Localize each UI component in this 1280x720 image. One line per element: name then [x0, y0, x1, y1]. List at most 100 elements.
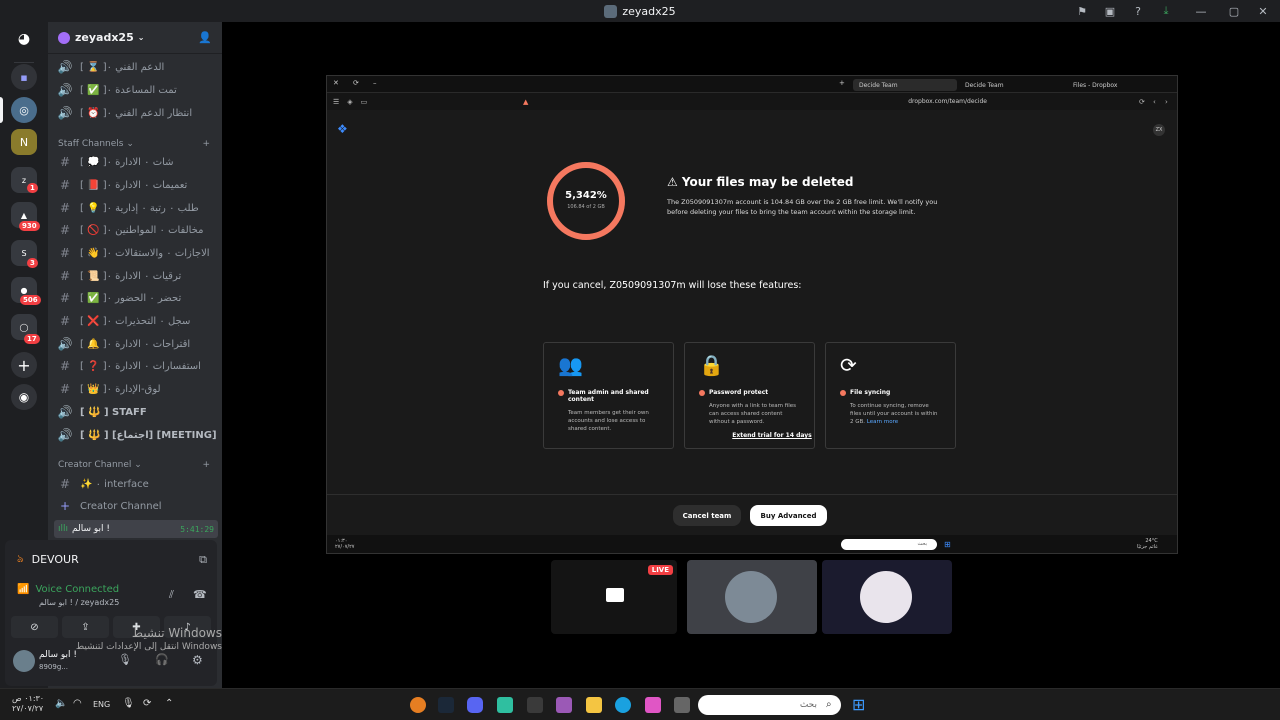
explore-icon[interactable]: ◉	[11, 384, 37, 410]
back-icon[interactable]: ‹	[1153, 98, 1156, 106]
screen-share-button[interactable]: ⇪	[62, 616, 109, 638]
app-icon-purple[interactable]	[556, 697, 572, 713]
flag-icon[interactable]: ⚑	[1068, 5, 1096, 18]
help-icon[interactable]: ?	[1124, 5, 1152, 18]
system-clock[interactable]: ٠١:٣٠ ص ٢٧/٠٧/٢٧	[12, 694, 44, 714]
task-view-icon[interactable]	[674, 697, 690, 713]
sync-tray-icon[interactable]: ⟳	[143, 698, 151, 709]
language-indicator[interactable]: ENG	[93, 700, 110, 709]
participant-tile-stream[interactable]: LIVE	[551, 560, 677, 634]
minimize-button[interactable]: —	[1180, 5, 1222, 18]
menu-icon[interactable]: –	[373, 79, 377, 87]
channel-item[interactable]: # [ 🚫 ]۰ مخالفات ۰ المواطنين	[56, 220, 218, 240]
server-icon-zeyadx25[interactable]: ◎	[11, 97, 37, 123]
camera-off-button[interactable]: ⊘	[11, 616, 58, 638]
rail-divider	[14, 62, 34, 63]
add-member-icon[interactable]: 👤	[198, 31, 212, 44]
channel-item[interactable]: # [ ❌ ]۰ سجل ۰ التحذيرات	[56, 311, 218, 331]
shield-icon[interactable]: ◈	[347, 98, 352, 106]
discord-home-icon[interactable]: ◕	[11, 26, 37, 52]
channel-item[interactable]: # [ 👑 ]۰ لوق-الإدارة	[56, 379, 218, 399]
devour-app-icon[interactable]	[410, 697, 426, 713]
forward-icon[interactable]: ›	[1165, 98, 1168, 106]
channel-item[interactable]: # [ 📕 ]۰ تعميمات ۰ الادارة	[56, 175, 218, 195]
channel-label: [ 🔔 ]۰ اقتراحات ۰ الادارة	[80, 338, 191, 350]
activity-popout-icon[interactable]: ⧉	[199, 553, 207, 567]
streamed-browser-window[interactable]: ✕ ⟳ – + Decide Team Decide Team Files - …	[326, 75, 1178, 554]
settings-gear-icon[interactable]: ⚙	[192, 653, 203, 667]
channel-item[interactable]: # ✨ ۰ interface	[56, 474, 218, 494]
usage-percent: 5,342%	[565, 190, 607, 201]
voice-channel-name[interactable]: ابو سالم ! / zeyadx25	[39, 598, 119, 607]
channel-item[interactable]: 🔊 [ ⌛ ]۰ الدعم الفني	[56, 57, 218, 77]
headphones-icon[interactable]: 🎧	[155, 653, 169, 666]
download-icon[interactable]: ⤓	[1152, 4, 1180, 18]
tab-decide-team-1[interactable]: Decide Team	[853, 79, 957, 91]
microphone-icon[interactable]: 🎙	[118, 653, 132, 666]
close-icon[interactable]: ✕	[333, 79, 339, 87]
wifi-icon[interactable]: ◠	[73, 698, 82, 709]
channel-item[interactable]: # [ 📜 ]۰ ترقيات ۰ الادارة	[56, 266, 218, 286]
close-button[interactable]: ✕	[1246, 5, 1280, 18]
channel-item[interactable]: # [ 👋 ]۰ الاجازات ۰ والاستقالات	[56, 243, 218, 263]
channel-item[interactable]: # [ ❓ ]۰ استفسارات ۰ الادارة	[56, 356, 218, 376]
category-creator[interactable]: Creator Channel ⌄ +	[58, 460, 210, 470]
app-icon-teal[interactable]	[497, 697, 513, 713]
windows-start-icon[interactable]: ⊞	[852, 695, 865, 714]
channel-item[interactable]: 🔊 [ ⏰ ]۰ انتظار الدعم الفني	[56, 103, 218, 123]
add-channel-icon[interactable]: +	[202, 460, 210, 470]
brave-icon[interactable]: ▲	[523, 98, 528, 106]
noise-suppression-icon[interactable]: ⫽	[169, 588, 174, 602]
channel-item[interactable]: 🔊 [ 🔔 ]۰ اقتراحات ۰ الادارة	[56, 334, 218, 354]
clock-time: ٠١:٣٠	[24, 694, 45, 703]
avatar	[860, 571, 912, 623]
participant-tile-user-2[interactable]	[822, 560, 952, 634]
category-staff[interactable]: Staff Channels ⌄ +	[58, 139, 210, 149]
maximize-button[interactable]: ▢	[1222, 5, 1246, 18]
discord-app-icon[interactable]	[467, 697, 483, 713]
direct-messages-icon[interactable]: ▪	[11, 64, 37, 90]
copilot-icon[interactable]	[645, 697, 661, 713]
bookmark-icon[interactable]: ▭	[361, 98, 368, 106]
server-header[interactable]: zeyadx25 ⌄ 👤	[48, 22, 222, 54]
cancel-team-button[interactable]: Cancel team	[673, 505, 741, 526]
channel-item[interactable]: # [ 💭 ]۰ شات ۰ الادارة	[56, 152, 218, 172]
edge-icon[interactable]	[615, 697, 631, 713]
channel-item[interactable]: 🔊 [ ✅ ]۰ تمت المساعدة	[56, 80, 218, 100]
volume-icon[interactable]: 🔈	[55, 698, 67, 709]
buy-advanced-button[interactable]: Buy Advanced	[750, 505, 827, 526]
app-icon-dark[interactable]	[527, 697, 543, 713]
refresh-icon[interactable]: ⟳	[1139, 98, 1145, 106]
steam-app-icon[interactable]	[438, 697, 454, 713]
inner-windows-icon[interactable]: ⊞	[944, 540, 951, 549]
channel-item[interactable]: 🔊 [ 🔱 ] STAFF	[56, 402, 218, 422]
reload-icon[interactable]: ⟳	[353, 79, 359, 87]
channel-item[interactable]: + Creator Channel	[56, 496, 218, 516]
add-channel-icon[interactable]: +	[202, 139, 210, 149]
participant-tile-user-1[interactable]	[687, 560, 817, 634]
add-server-icon[interactable]: +	[11, 352, 37, 378]
account-avatar[interactable]: ZX	[1153, 124, 1165, 136]
channel-label: Creator Channel	[80, 500, 162, 512]
disconnect-icon[interactable]: ☎	[193, 588, 207, 601]
microphone-tray-icon[interactable]: 🎙	[122, 698, 135, 709]
tab-files-dropbox[interactable]: Files - Dropbox	[1067, 79, 1171, 91]
new-tab-icon[interactable]: +	[839, 79, 845, 87]
voice-user-row[interactable]: ıllı ابو سالم ! 5:41:29	[54, 520, 218, 538]
channel-item[interactable]: 🔊 [ 🔱 ] [اجتماع] [MEETING]	[56, 425, 218, 445]
tab-decide-team-2[interactable]: Decide Team	[959, 79, 1063, 91]
search-input[interactable]: بحث	[698, 695, 841, 715]
file-explorer-icon[interactable]	[586, 697, 602, 713]
extend-trial-link[interactable]: Extend trial for 14 days	[707, 432, 837, 439]
url-bar[interactable]: dropbox.com/team/decide	[557, 98, 987, 105]
dropbox-logo-icon[interactable]: ❖	[337, 122, 348, 136]
inbox-icon[interactable]: ▣	[1096, 5, 1124, 18]
show-hidden-icons[interactable]: ⌃	[165, 698, 173, 709]
sidebar-icon[interactable]: ☰	[333, 98, 339, 106]
channel-item[interactable]: # [ ✅ ]۰ تحضر ۰ الحضور	[56, 288, 218, 308]
server-icon-nf[interactable]: N	[11, 129, 37, 155]
learn-more-link[interactable]: Learn more	[867, 419, 898, 425]
avatar[interactable]	[13, 650, 35, 672]
inner-search-box[interactable]: بحث	[841, 539, 937, 550]
channel-item[interactable]: # [ 💡 ]۰ طلب ۰ رتبة ۰ إدارية	[56, 198, 218, 218]
